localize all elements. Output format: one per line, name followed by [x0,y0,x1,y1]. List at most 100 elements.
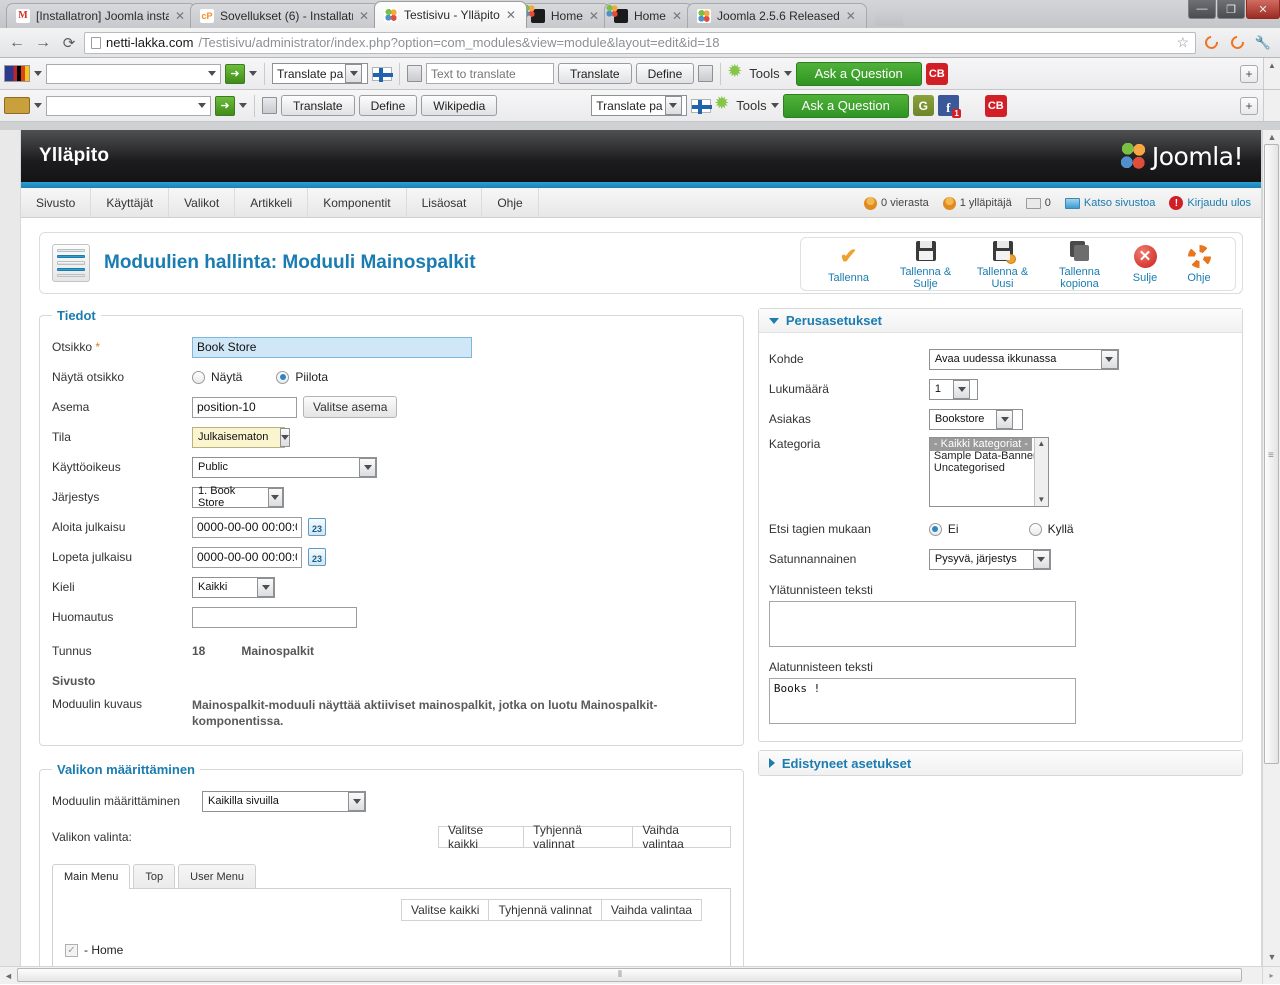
menu-item-sivusto[interactable]: Sivusto [21,188,92,217]
note-input[interactable] [192,606,357,628]
reload-icon[interactable]: ⟳ [58,34,80,52]
category-option-uncategorised[interactable]: Uncategorised [930,461,1009,475]
menu-item-artikkeli[interactable]: Artikkeli [235,188,309,217]
logout-label[interactable]: Kirjaudu ulos [1187,197,1251,209]
scroll-down-arrow[interactable]: ▼ [1266,952,1278,962]
toolbar-close-button[interactable]: ✕ Sulje [1119,245,1171,284]
dictionary-icon[interactable] [407,65,422,82]
close-icon[interactable]: ✕ [846,9,856,23]
facebook-icon[interactable]: f 1 [937,95,961,118]
toolbar-help-button[interactable]: Ohje [1173,245,1225,284]
close-icon[interactable]: ✕ [672,9,682,23]
translate-page-select[interactable]: Translate pa [272,63,368,84]
horizontal-scroll-thumb[interactable] [17,968,1242,982]
clear-selection-button[interactable]: Tyhjennä valinnat [524,823,634,851]
tools-label[interactable]: Tools [736,98,766,113]
browser-tab-3-active[interactable]: Testisivu - Ylläpito ✕ [374,1,527,28]
preview-site-link[interactable]: Katso sivustoa [1064,197,1156,209]
bookmark-star-icon[interactable]: ☆ [1176,34,1189,51]
chevron-down-icon[interactable] [198,103,206,108]
scroll-left-arrow[interactable]: ◄ [0,971,17,981]
chevron-down-icon[interactable] [208,71,216,76]
menu-item-valikot[interactable]: Valikot [169,188,236,217]
show-title-radio-show[interactable]: Näytä [192,370,242,384]
inner-select-all-button[interactable]: Valitse kaikki [401,899,490,922]
chevron-down-icon[interactable] [345,64,363,83]
toolbar-save-new-button[interactable]: Tallenna & Uusi [965,239,1040,290]
menu-item-kayttajat[interactable]: Käyttäjät [91,188,170,217]
toolbar-scrollbar[interactable]: ▲ [1263,58,1280,89]
show-title-radio-hide[interactable]: Piilota [276,370,328,384]
gear-icon[interactable] [727,61,745,82]
translate-page-select-2[interactable]: Translate pa [591,95,688,116]
finish-publish-input[interactable] [192,546,302,568]
select-position-button[interactable]: Valitse asema [303,396,398,418]
menu-item-row[interactable]: ✓ - Home [65,943,718,957]
preview-site-label[interactable]: Katso sivustoa [1084,197,1156,209]
checkbox-icon[interactable]: ✓ [65,943,78,957]
page-vertical-scrollbar[interactable]: ▲ ▼ [1262,130,1280,984]
close-icon[interactable]: ✕ [359,9,369,23]
minimize-button[interactable]: — [1188,0,1216,19]
calendar-icon[interactable]: 23 [308,548,326,566]
dictionary-icon[interactable] [262,97,277,114]
define-button-2[interactable]: Define [358,95,418,116]
chevron-down-icon[interactable] [249,71,257,76]
access-select[interactable]: Public [192,456,377,478]
menu-item-lisaosat[interactable]: Lisäosat [407,188,483,217]
back-icon[interactable]: ← [6,34,28,52]
address-bar[interactable]: netti-lakka.com /Testisivu/administrator… [84,31,1196,54]
status-messages[interactable]: 0 [1025,197,1051,209]
translate-button[interactable]: Translate [558,63,632,84]
basic-options-header[interactable]: Perusasetukset [758,309,1242,333]
toolbar-scrollbar-2[interactable] [1263,90,1280,121]
chevron-down-icon[interactable] [783,71,792,76]
browser-tab-6[interactable]: Joomla 2.5.6 Released ✕ [687,3,867,28]
cb-icon[interactable]: CB [984,94,1007,117]
tag-search-radio-no[interactable]: Ei [928,522,959,536]
header-text-textarea[interactable] [768,601,1076,647]
footer-text-textarea[interactable] [768,678,1076,724]
text-to-translate-input[interactable] [426,63,554,84]
start-publish-input[interactable] [192,516,302,538]
calculator-icon[interactable] [698,65,714,82]
restore-button[interactable]: ❐ [1217,0,1245,19]
menu-item-ohje[interactable]: Ohje [482,188,539,217]
translate-button-2[interactable]: Translate [281,95,355,116]
ask-a-question-button[interactable]: Ask a Question [795,61,922,86]
menu-tab-main-menu[interactable]: Main Menu [52,864,131,890]
ordering-select[interactable]: 1. Book Store [192,485,284,509]
cb-icon[interactable]: CB [925,62,948,85]
wikipedia-button[interactable]: Wikipedia [421,95,498,116]
finland-flag-icon[interactable] [372,66,393,82]
listbox-scrollbar[interactable]: ▲ ▼ [1033,438,1048,506]
go-arrow-icon[interactable]: ➜ [225,63,245,84]
title-input[interactable] [192,336,472,358]
search-input-2[interactable] [46,95,211,116]
toggle-selection-button[interactable]: Vaihda valintaa [633,823,731,851]
menu-tab-user-menu[interactable]: User Menu [178,864,256,889]
chevron-down-icon[interactable] [239,103,247,108]
state-select[interactable]: Julkaisematon [192,426,291,448]
ask-a-question-button-2[interactable]: Ask a Question [782,93,909,118]
menu-item-komponentit[interactable]: Komponentit [308,188,407,217]
toolbar-save-button[interactable]: ✔ Tallenna [811,245,886,284]
logout-link[interactable]: ! Kirjaudu ulos [1169,196,1251,210]
browser-tab-2[interactable]: cP Sovellukset (6) - Installatr ✕ [190,3,380,28]
finland-flag-icon[interactable] [691,98,713,114]
category-listbox[interactable]: - Kaikki kategoriat - Sample Data-Banner… [928,437,1049,507]
go-arrow-icon[interactable]: ➜ [215,95,235,116]
client-select[interactable]: Bookstore [928,408,1023,430]
add-toolbar-button-2[interactable]: + [1240,96,1258,115]
chevron-down-icon[interactable] [34,103,42,108]
new-tab-button[interactable] [874,10,903,26]
toolbar-brand-icon[interactable] [4,97,30,114]
translate-source-input[interactable] [46,63,221,84]
browser-tab-4[interactable]: Home ✕ [520,3,610,28]
toolbar-save-close-button[interactable]: Tallenna & Sulje [888,239,963,290]
gear-icon[interactable] [714,93,732,114]
wrench-menu-icon[interactable]: 🔧 [1252,32,1274,54]
tools-label[interactable]: Tools [749,66,779,81]
count-select[interactable]: 1 [928,378,978,400]
advanced-options-header[interactable]: Edistyneet asetukset [758,751,1242,775]
